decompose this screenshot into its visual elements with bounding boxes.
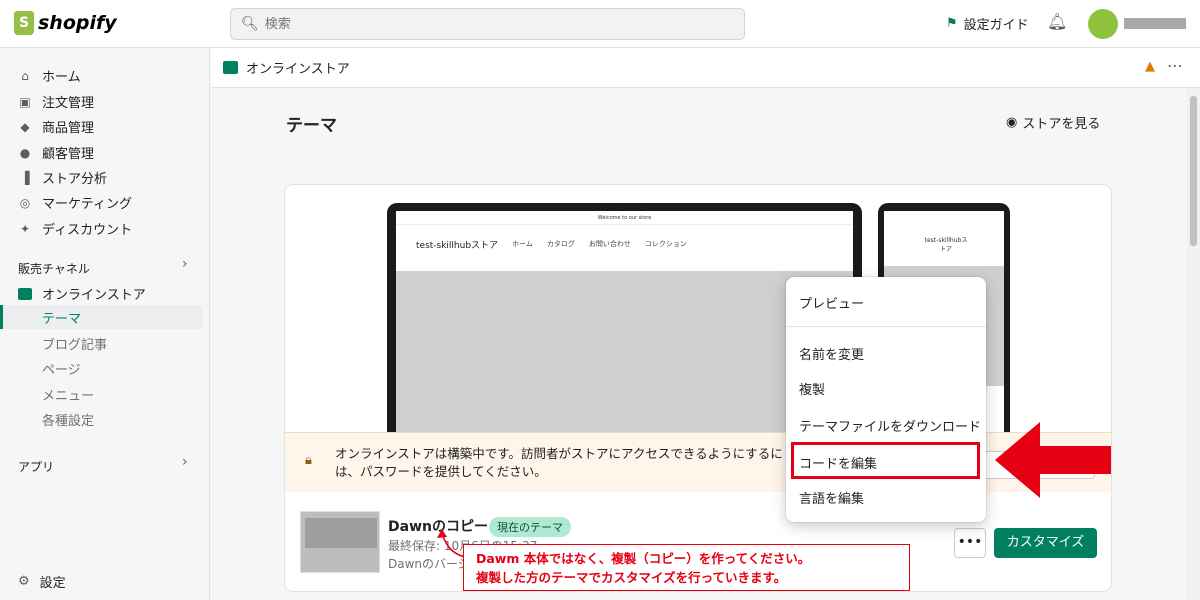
announcement-bar: Welcome to our store (396, 211, 853, 225)
breadcrumb: オンラインストア ▲ ⋯ (211, 48, 1200, 88)
annotation-line-1: Dawm 本体ではなく、複製（コピー）を作ってください。 (476, 551, 811, 566)
tag-icon: ◆ (20, 119, 30, 134)
shopify-bag-icon (14, 11, 34, 35)
sidebar-subitem-themes[interactable]: テーマ (0, 305, 203, 329)
sidebar-subitem-menus[interactable]: メニュー (42, 385, 94, 404)
sidebar-item-label: ストア分析 (42, 172, 108, 187)
orders-icon: ▣ (19, 94, 31, 109)
preview-hero-image (396, 271, 853, 433)
shopify-logo[interactable]: shopify (14, 11, 117, 35)
theme-thumbnail-hero (305, 518, 377, 548)
view-store-label: ストアを見る (1022, 117, 1101, 132)
top-bar: shopify 🔍︎ ⚑ 設定ガイド 🔔︎ (0, 0, 1200, 48)
chevron-right-icon[interactable]: › (182, 256, 188, 272)
lock-icon: 🔒︎ (305, 453, 312, 468)
preview-nav-item: お問い合わせ (588, 240, 631, 248)
sidebar-item-analytics[interactable]: ▐ ストア分析 (18, 168, 108, 188)
desktop-preview-screen: Welcome to our store test-skillhubストア ホー… (396, 211, 853, 433)
sidebar: ⌂ ホーム ▣ 注文管理 ◆ 商品管理 ● 顧客管理 ▐ ストア分析 ◎ マーケ… (0, 48, 210, 600)
sidebar-item-online-store[interactable]: オンラインストア (18, 284, 146, 303)
sidebar-subitem-preferences[interactable]: 各種設定 (42, 410, 94, 429)
edit-code-highlight-box (791, 442, 980, 479)
sidebar-item-customers[interactable]: ● 顧客管理 (18, 143, 95, 163)
sidebar-subitem-blog[interactable]: ブログ記事 (42, 334, 107, 353)
menu-item-download[interactable]: テーマファイルをダウンロード (799, 416, 981, 435)
sidebar-item-products[interactable]: ◆ 商品管理 (18, 117, 95, 137)
sidebar-item-label: ホーム (42, 70, 81, 85)
apps-heading: アプリ (18, 460, 55, 474)
bell-icon[interactable]: 🔔︎ (1047, 12, 1067, 31)
setup-guide-label: 設定ガイド (963, 18, 1029, 33)
avatar[interactable] (1088, 9, 1118, 39)
menu-item-duplicate[interactable]: 複製 (799, 379, 825, 398)
redacted-username[interactable] (1124, 18, 1186, 29)
sidebar-item-label: 顧客管理 (42, 147, 95, 162)
logo-text: shopify (38, 12, 117, 34)
menu-divider (786, 326, 986, 327)
scroll-thumb[interactable] (1190, 96, 1197, 246)
theme-actions-button[interactable]: ••• (954, 528, 986, 558)
search-box[interactable]: 🔍︎ (230, 8, 745, 40)
setup-guide-button[interactable]: ⚑ 設定ガイド (946, 14, 1029, 33)
preview-nav-item: ホーム (512, 240, 533, 248)
annotation-callout: Dawm 本体ではなく、複製（コピー）を作ってください。 複製した方のテーマでカ… (463, 544, 910, 591)
scrollbar[interactable] (1187, 88, 1200, 600)
annotation-line-2: 複製した方のテーマでカスタマイズを行っていきます。 (476, 570, 787, 585)
preview-nav-item: カタログ (546, 240, 575, 248)
settings-label: 設定 (39, 576, 66, 591)
annotation-arrow-icon (995, 422, 1111, 498)
view-store-button[interactable]: ◉ ストアを見る (1006, 113, 1100, 132)
sidebar-item-orders[interactable]: ▣ 注文管理 (18, 92, 95, 112)
analytics-icon: ▐ (20, 170, 30, 185)
sidebar-subitem-pages[interactable]: ページ (42, 359, 81, 378)
pin-icon[interactable]: ▲ (1145, 59, 1155, 74)
sidebar-item-discounts[interactable]: ✦ ディスカウント (18, 219, 133, 239)
home-icon: ⌂ (21, 68, 29, 83)
breadcrumb-label[interactable]: オンラインストア (246, 58, 350, 77)
discount-icon: ✦ (19, 221, 31, 236)
sidebar-item-marketing[interactable]: ◎ マーケティング (18, 193, 132, 213)
menu-item-edit-languages[interactable]: 言語を編集 (799, 488, 864, 507)
banner-text: オンラインストアは構築中です。訪問者がストアにアクセスできるようにするには、パス… (335, 446, 783, 479)
theme-thumbnail (300, 511, 380, 573)
sidebar-item-home[interactable]: ⌂ ホーム (18, 66, 81, 86)
flag-icon: ⚑ (946, 16, 958, 31)
sales-channels-heading: 販売チャネル (18, 262, 90, 276)
eye-icon: ◉ (1006, 115, 1018, 130)
menu-item-rename[interactable]: 名前を変更 (799, 344, 864, 363)
preview-header: test-skillhubストア ホーム カタログ お問い合わせ コレクション (396, 225, 853, 263)
search-input[interactable] (264, 16, 725, 32)
store-icon (223, 61, 238, 74)
sidebar-item-settings[interactable]: ⚙ 設定 (18, 572, 66, 591)
preview-nav-item: コレクション (644, 240, 687, 248)
sidebar-item-label: 商品管理 (42, 121, 95, 136)
sidebar-item-label: 注文管理 (42, 96, 95, 111)
person-icon: ● (19, 145, 31, 160)
search-icon: 🔍︎ (241, 16, 259, 32)
chevron-right-icon[interactable]: › (182, 454, 188, 470)
menu-item-preview[interactable]: プレビュー (799, 293, 864, 312)
store-icon (18, 287, 32, 300)
sidebar-item-label: マーケティング (42, 197, 132, 212)
preview-shop-name: test-skillhubストア (416, 240, 499, 251)
gear-icon: ⚙ (18, 574, 30, 589)
status-badge: 現在のテーマ (489, 517, 571, 537)
mobile-shop-name: test-skillhubストア (924, 237, 968, 253)
password-warning-banner: 🔒︎ オンラインストアは構築中です。訪問者がストアにアクセスできるようにするには… (285, 432, 1111, 492)
customize-button[interactable]: カスタマイズ (994, 528, 1097, 558)
more-icon[interactable]: ⋯ (1167, 56, 1184, 75)
target-icon: ◎ (19, 195, 31, 210)
sidebar-item-label: オンラインストア (42, 288, 146, 303)
current-theme-card: Welcome to our store test-skillhubストア ホー… (285, 185, 1111, 591)
sidebar-item-label: ディスカウント (42, 223, 133, 238)
sidebar-subitem-label: テーマ (42, 312, 82, 327)
theme-actions-menu: プレビュー 名前を変更 複製 テーマファイルをダウンロード コードを編集 言語を… (786, 277, 986, 522)
page-title: テーマ (286, 116, 337, 136)
